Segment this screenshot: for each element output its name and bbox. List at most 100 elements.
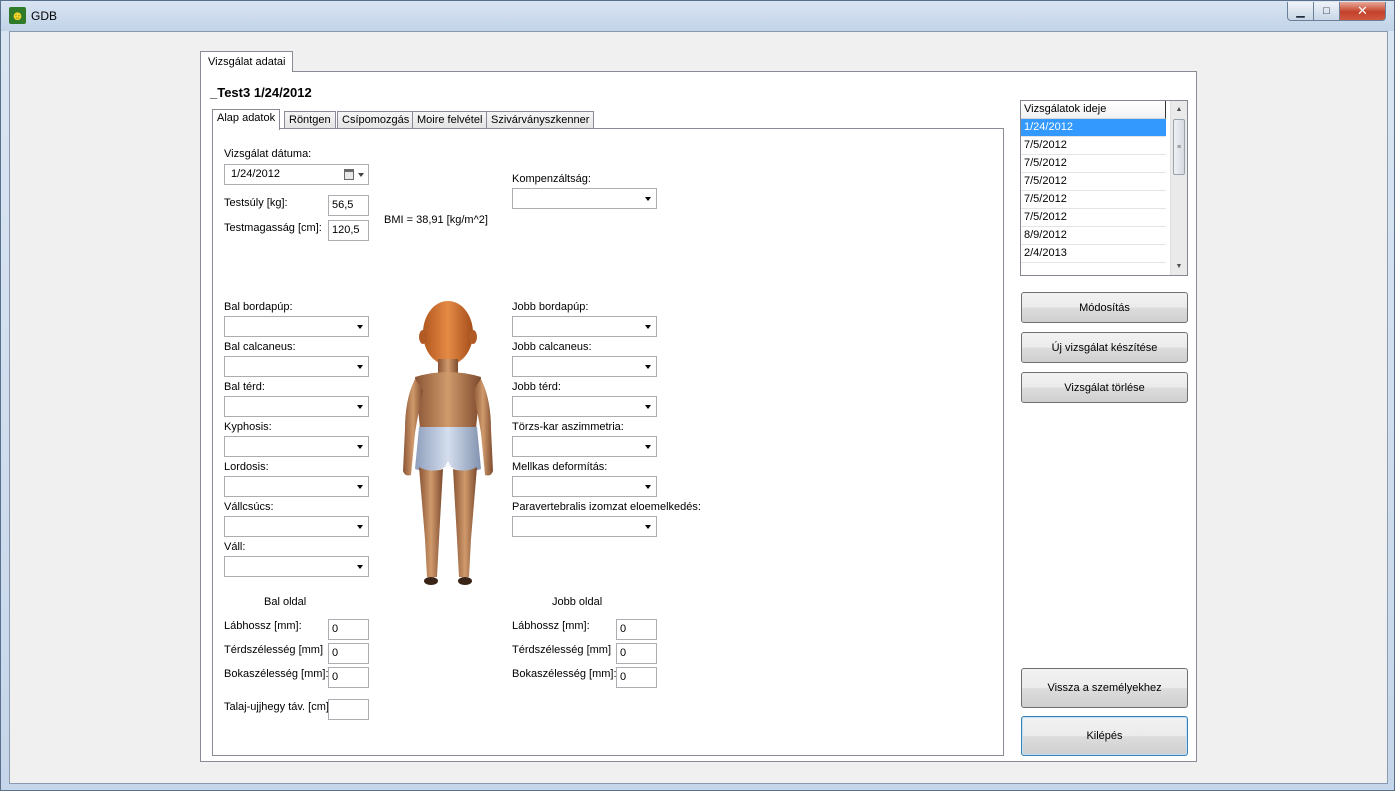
exam-header: _Test3 1/24/2012 xyxy=(210,85,312,100)
trunk-arm-asymmetry-label: Törzs-kar aszimmetria: xyxy=(512,421,624,433)
left-leg-length-input[interactable]: 0 xyxy=(328,619,369,640)
tab-rainbow-scanner[interactable]: Szivárványszkenner xyxy=(486,111,595,129)
exam-date-picker[interactable]: 1/24/2012 xyxy=(224,164,369,185)
chest-deformity-label: Mellkas deformítás: xyxy=(512,461,608,473)
chevron-down-icon xyxy=(645,405,651,409)
left-side-heading: Bal oldal xyxy=(264,596,307,608)
left-calcaneus-select[interactable] xyxy=(224,356,369,377)
shoulder-peak-label: Vállcsúcs: xyxy=(224,501,274,513)
exam-dates-column-header[interactable]: Vizsgálatok ideje xyxy=(1021,101,1166,119)
compensation-select[interactable] xyxy=(512,188,657,209)
scroll-thumb[interactable]: ≡ xyxy=(1173,119,1185,175)
list-item[interactable]: 8/9/2012 xyxy=(1021,227,1166,245)
right-rib-hump-label: Jobb bordapúp: xyxy=(512,301,589,313)
window-title: GDB xyxy=(31,9,58,23)
left-knee-select[interactable] xyxy=(224,396,369,417)
tab-exam-data[interactable]: Vizsgálat adatai xyxy=(200,51,294,72)
right-leg-length-input[interactable]: 0 xyxy=(616,619,657,640)
right-knee-width-label: Térdszélesség [mm] xyxy=(512,644,612,656)
modify-button[interactable]: Módosítás xyxy=(1021,292,1188,323)
chevron-down-icon xyxy=(645,325,651,329)
tab-basic-data[interactable]: Alap adatok xyxy=(212,109,281,130)
chevron-down-icon[interactable] xyxy=(358,173,364,177)
weight-input[interactable]: 56,5 xyxy=(328,195,369,216)
right-calcaneus-label: Jobb calcaneus: xyxy=(512,341,592,353)
left-ankle-width-label: Bokaszélesség [mm]: xyxy=(224,668,329,680)
chevron-down-icon xyxy=(357,445,363,449)
tab-moire[interactable]: Moire felvétel xyxy=(412,111,488,129)
right-calcaneus-select[interactable] xyxy=(512,356,657,377)
list-item[interactable]: 7/5/2012 xyxy=(1021,137,1166,155)
chevron-down-icon xyxy=(645,197,651,201)
chevron-down-icon xyxy=(357,325,363,329)
left-leg-length-label: Lábhossz [mm]: xyxy=(224,620,302,632)
left-rib-hump-label: Bal bordapúp: xyxy=(224,301,293,313)
chevron-down-icon xyxy=(357,565,363,569)
chevron-down-icon xyxy=(645,365,651,369)
list-item[interactable]: 7/5/2012 xyxy=(1021,191,1166,209)
exam-dates-list[interactable]: Vizsgálatok ideje 1/24/2012 7/5/2012 7/5… xyxy=(1020,100,1188,276)
main-client-area: Vizsgálat adatai _Test3 1/24/2012 Alap a… xyxy=(9,31,1388,784)
calendar-icon[interactable] xyxy=(344,169,354,180)
exam-date-label: Vizsgálat dátuma: xyxy=(224,148,312,160)
shoulder-select[interactable] xyxy=(224,556,369,577)
paravertebral-muscle-select[interactable] xyxy=(512,516,657,537)
right-ankle-width-label: Bokaszélesség [mm]: xyxy=(512,668,617,680)
chest-deformity-select[interactable] xyxy=(512,476,657,497)
exam-list-scrollbar[interactable]: ▲ ≡ ▼ xyxy=(1170,101,1187,275)
close-button[interactable]: ✕ xyxy=(1340,2,1386,21)
left-ankle-width-input[interactable]: 0 xyxy=(328,667,369,688)
chevron-down-icon xyxy=(645,445,651,449)
left-knee-width-label: Térdszélesség [mm] xyxy=(224,644,324,656)
minimize-button[interactable]: ▁ xyxy=(1287,2,1314,21)
kyphosis-label: Kyphosis: xyxy=(224,421,272,433)
right-leg-length-label: Lábhossz [mm]: xyxy=(512,620,590,632)
chevron-down-icon xyxy=(357,405,363,409)
title-bar[interactable]: ☻ GDB ▁ □ ✕ xyxy=(1,1,1394,31)
right-rib-hump-select[interactable] xyxy=(512,316,657,337)
window-controls: ▁ □ ✕ xyxy=(1287,2,1386,21)
tab-xray[interactable]: Röntgen xyxy=(284,111,336,129)
floor-fingertip-input[interactable] xyxy=(328,699,369,720)
list-item[interactable]: 7/5/2012 xyxy=(1021,155,1166,173)
back-to-persons-button[interactable]: Vissza a személyekhez xyxy=(1021,668,1188,708)
app-logo-icon: ☻ xyxy=(9,7,26,24)
chevron-down-icon xyxy=(357,485,363,489)
scroll-down-icon[interactable]: ▼ xyxy=(1171,258,1187,275)
exit-button[interactable]: Kilépés xyxy=(1021,716,1188,756)
floor-fingertip-label: Talaj-ujjhegy táv. [cm] xyxy=(224,701,329,713)
compensation-label: Kompenzáltság: xyxy=(512,173,591,185)
kyphosis-select[interactable] xyxy=(224,436,369,457)
shoulder-label: Váll: xyxy=(224,541,246,553)
tab-hip-motion[interactable]: Csípomozgás xyxy=(337,111,415,129)
right-side-heading: Jobb oldal xyxy=(552,596,603,608)
exam-dates-rows: 1/24/2012 7/5/2012 7/5/2012 7/5/2012 7/5… xyxy=(1021,119,1166,263)
list-item[interactable]: 7/5/2012 xyxy=(1021,173,1166,191)
left-rib-hump-select[interactable] xyxy=(224,316,369,337)
right-knee-select[interactable] xyxy=(512,396,657,417)
maximize-button[interactable]: □ xyxy=(1314,2,1340,21)
basic-data-panel: Vizsgálat dátuma: 1/24/2012 Testsúly [kg… xyxy=(212,128,1004,756)
shoulder-peak-select[interactable] xyxy=(224,516,369,537)
delete-exam-button[interactable]: Vizsgálat törlése xyxy=(1021,372,1188,403)
chevron-down-icon xyxy=(645,525,651,529)
scroll-up-icon[interactable]: ▲ xyxy=(1171,101,1187,118)
right-knee-width-input[interactable]: 0 xyxy=(616,643,657,664)
trunk-arm-asymmetry-select[interactable] xyxy=(512,436,657,457)
left-calcaneus-label: Bal calcaneus: xyxy=(224,341,296,353)
paravertebral-muscle-label: Paravertebralis izomzat eloemelkedés: xyxy=(512,501,701,513)
lordosis-select[interactable] xyxy=(224,476,369,497)
app-window: ☻ GDB ▁ □ ✕ Vizsgálat adatai _Test3 1/24… xyxy=(0,0,1395,791)
left-knee-width-input[interactable]: 0 xyxy=(328,643,369,664)
height-input[interactable]: 120,5 xyxy=(328,220,369,241)
right-ankle-width-input[interactable]: 0 xyxy=(616,667,657,688)
list-item[interactable]: 2/4/2013 xyxy=(1021,245,1166,263)
list-item[interactable]: 1/24/2012 xyxy=(1021,119,1166,137)
bmi-readout: BMI = 38,91 [kg/m^2] xyxy=(384,214,488,226)
new-exam-button[interactable]: Új vizsgálat készítése xyxy=(1021,332,1188,363)
body-figure-image xyxy=(403,301,493,585)
list-item[interactable]: 7/5/2012 xyxy=(1021,209,1166,227)
exam-date-value: 1/24/2012 xyxy=(231,168,280,180)
right-knee-label: Jobb térd: xyxy=(512,381,561,393)
lordosis-label: Lordosis: xyxy=(224,461,269,473)
